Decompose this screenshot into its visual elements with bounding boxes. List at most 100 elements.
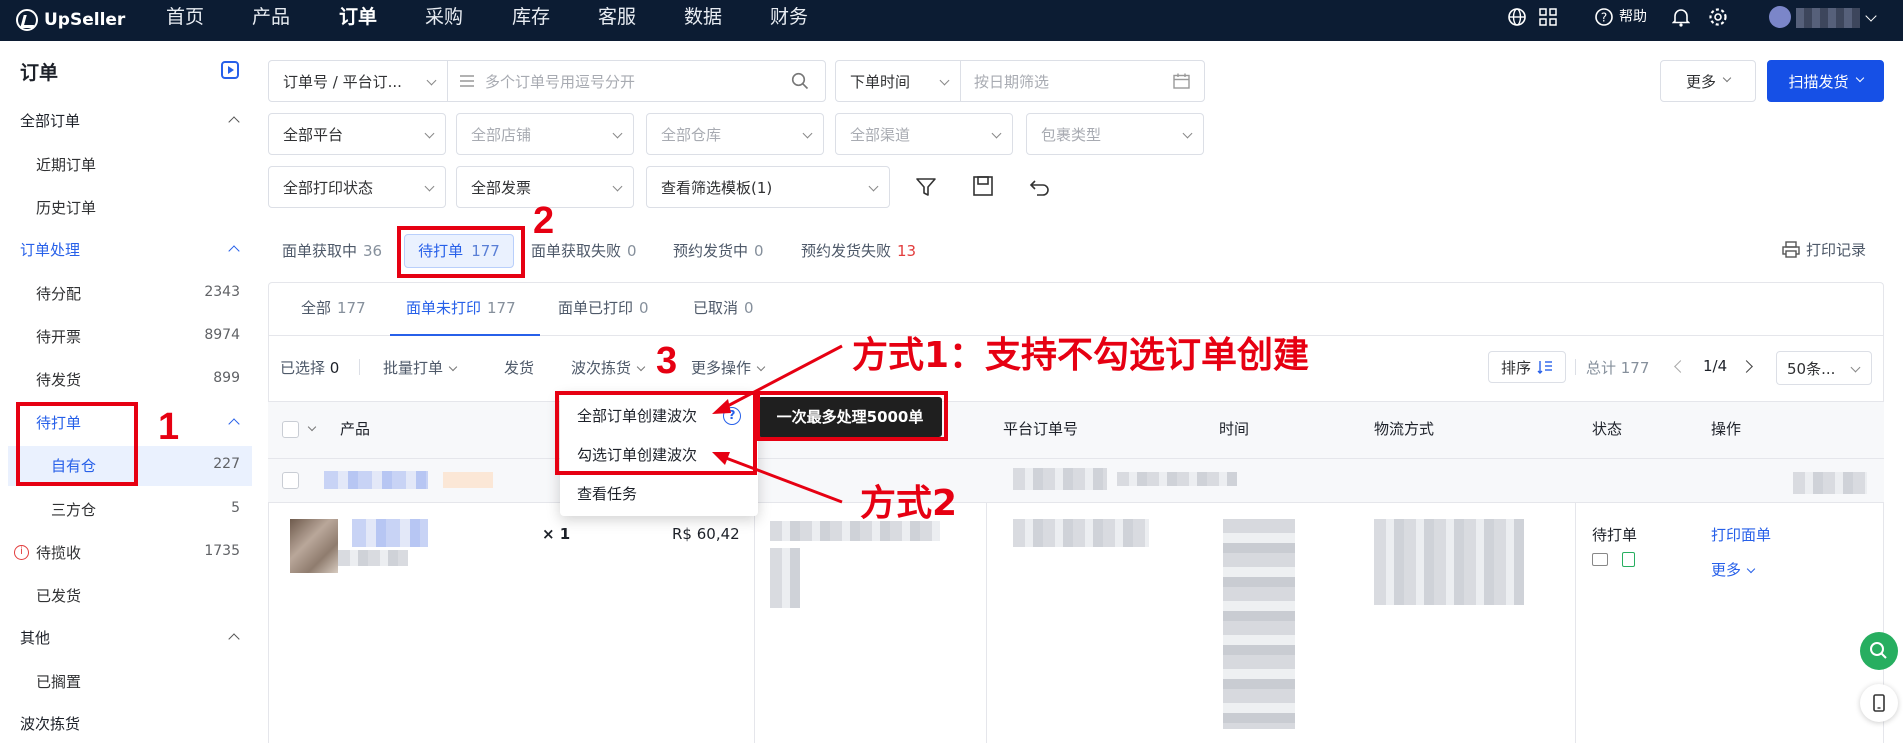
sidebar-group-all-orders[interactable]: 全部订单	[20, 110, 80, 131]
order-no-type-select[interactable]: 订单号 / 平台订...	[269, 61, 447, 101]
order-no-placeholder: 多个订单号用逗号分开	[485, 72, 636, 91]
sidebar-item-third-party[interactable]: 三方仓	[51, 499, 96, 520]
chevron-down-icon	[756, 362, 766, 372]
gear-icon[interactable]	[1707, 6, 1729, 28]
subtab-all[interactable]: 全部 177	[301, 297, 366, 318]
globe-icon[interactable]	[1506, 6, 1528, 28]
floating-search-button[interactable]	[1860, 632, 1898, 670]
sidebar-item-shipped[interactable]: 已发货	[36, 585, 81, 606]
date-range-input[interactable]: 按日期筛选	[960, 61, 1204, 101]
ship-button[interactable]: 发货	[504, 357, 534, 378]
product-quantity: × 1	[542, 525, 571, 543]
redacted-store-name	[324, 471, 428, 489]
page-size-select[interactable]: 50条...	[1776, 351, 1872, 385]
sidebar-item-to-ship[interactable]: 待发货	[36, 369, 81, 390]
channel-select[interactable]: 全部渠道	[835, 113, 1013, 155]
sidebar-item-to-allocate[interactable]: 待分配	[36, 283, 81, 304]
sidebar-item-wave-picking[interactable]: 波次拣货	[20, 713, 80, 734]
sidebar-group-other[interactable]: 其他	[20, 627, 50, 648]
print-label-link[interactable]: 打印面单	[1711, 524, 1771, 545]
sidebar-item-recent-orders[interactable]: 近期订单	[36, 154, 96, 175]
sidebar-group-processing[interactable]: 订单处理	[20, 239, 80, 260]
nav-data[interactable]: 数据	[684, 0, 722, 34]
chevron-down-icon	[868, 181, 879, 192]
save-icon[interactable]	[970, 173, 996, 199]
sidebar-item-shelved[interactable]: 已搁置	[36, 671, 81, 692]
order-no-input[interactable]: 多个订单号用逗号分开	[447, 61, 825, 101]
more-filters-button[interactable]: 更多	[1660, 60, 1756, 102]
chevron-down-icon	[424, 181, 435, 192]
scan-ship-button[interactable]: 扫描发货	[1767, 60, 1884, 102]
nav-products[interactable]: 产品	[252, 0, 290, 34]
tab-label-fetching[interactable]: 面单获取中 36	[282, 238, 382, 264]
apps-grid-icon[interactable]	[1537, 6, 1559, 28]
nav-customer-service[interactable]: 客服	[598, 0, 636, 34]
row-checkbox[interactable]	[282, 472, 299, 489]
wave-picking-button[interactable]: 波次拣货	[571, 357, 646, 378]
redacted-sku	[338, 550, 408, 566]
collapse-sidebar-icon[interactable]	[221, 61, 239, 79]
sidebar-count: 227	[213, 456, 240, 472]
floating-mobile-button[interactable]	[1860, 684, 1898, 722]
print-record-link[interactable]: 打印记录	[1782, 239, 1866, 260]
tab-scheduling[interactable]: 预约发货中 0	[673, 238, 764, 264]
more-operations-button[interactable]: 更多操作	[691, 357, 766, 378]
sidebar-item-to-collect[interactable]: 待揽收	[36, 542, 81, 563]
selected-count: 已选择 0	[280, 357, 339, 378]
filter-template-select[interactable]: 查看筛选模板(1)	[646, 166, 890, 208]
chevron-down-icon	[1182, 128, 1193, 139]
nav-home[interactable]: 首页	[166, 0, 204, 34]
reset-icon[interactable]	[1027, 174, 1053, 200]
user-avatar[interactable]	[1769, 6, 1791, 28]
help-link[interactable]: 帮助	[1619, 6, 1647, 28]
subtab-printed[interactable]: 面单已打印 0	[558, 297, 649, 318]
annotation-number-3: 3	[656, 340, 678, 382]
help-circle-icon[interactable]: ?	[1593, 6, 1615, 28]
batch-print-button[interactable]: 批量打单	[383, 357, 458, 378]
bell-icon[interactable]	[1670, 6, 1692, 28]
filter-icon[interactable]	[913, 174, 939, 200]
annotation-method-1: 方式1：支持不勾选订单创建	[852, 335, 1310, 376]
channel-select-label: 全部渠道	[850, 125, 911, 144]
print-status-select[interactable]: 全部打印状态	[268, 166, 446, 208]
sidebar-title: 订单	[20, 62, 59, 84]
time-type-select[interactable]: 下单时间	[836, 61, 960, 101]
batch-print-label: 批量打单	[383, 359, 444, 377]
annotation-number-1: 1	[158, 406, 180, 448]
column-header-status: 状态	[1592, 420, 1623, 438]
package-type-select[interactable]: 包裹类型	[1026, 113, 1204, 155]
platform-select[interactable]: 全部平台	[268, 113, 446, 155]
sidebar-item-history-orders[interactable]: 历史订单	[36, 197, 96, 218]
upseller-logo-icon	[16, 9, 38, 31]
more-actions-link[interactable]: 更多	[1711, 559, 1756, 580]
subtab-not-printed[interactable]: 面单未打印 177	[406, 297, 516, 318]
select-all-checkbox[interactable]	[282, 421, 299, 438]
nav-inventory[interactable]: 库存	[512, 0, 550, 34]
tab-schedule-failed[interactable]: 预约发货失败 13	[801, 238, 916, 264]
svg-text:?: ?	[1601, 11, 1607, 25]
product-thumbnail[interactable]	[290, 519, 338, 573]
package-type-label: 包裹类型	[1041, 125, 1102, 144]
sort-button[interactable]: 排序	[1488, 351, 1566, 383]
chevron-down-icon	[424, 128, 435, 139]
redacted-logistics	[1374, 519, 1524, 605]
view-tasks[interactable]: 查看任务	[577, 483, 637, 504]
chevron-down-icon	[991, 128, 1002, 139]
nav-orders[interactable]: 订单	[339, 0, 377, 34]
product-price: R$ 60,42	[672, 525, 740, 543]
column-divider	[754, 503, 755, 743]
nav-purchase[interactable]: 采购	[425, 0, 463, 34]
tab-count: 0	[754, 242, 764, 260]
nav-finance[interactable]: 财务	[770, 0, 808, 34]
annotation-box-sidebar	[16, 402, 138, 486]
sidebar-item-to-invoice[interactable]: 待开票	[36, 326, 81, 347]
warning-icon: i	[14, 545, 29, 560]
chevron-down-icon	[939, 75, 950, 86]
chevron-down-icon	[1855, 73, 1864, 83]
time-type-label: 下单时间	[850, 72, 911, 91]
subtab-cancelled[interactable]: 已取消 0	[693, 297, 754, 318]
brand-logo[interactable]: UpSeller	[16, 6, 125, 34]
store-select[interactable]: 全部店铺	[456, 113, 634, 155]
list-icon	[460, 75, 474, 87]
warehouse-select[interactable]: 全部仓库	[646, 113, 824, 155]
